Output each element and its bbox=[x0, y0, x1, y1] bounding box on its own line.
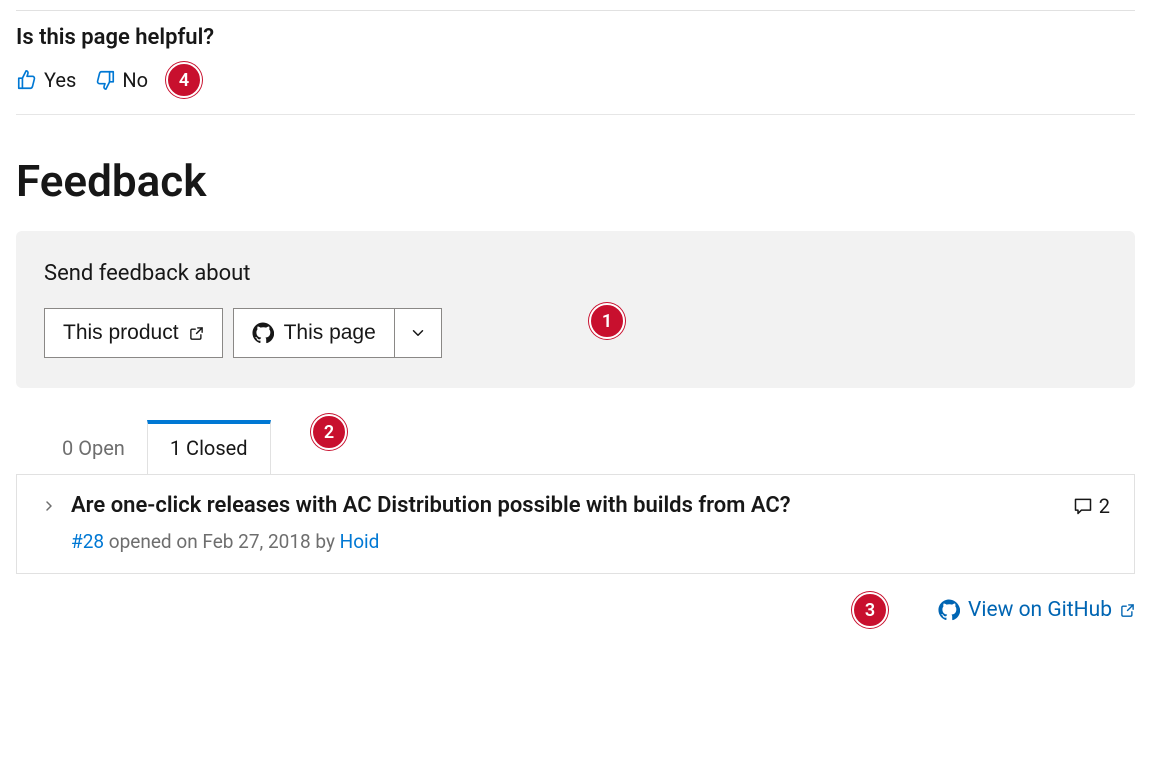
callout-3: 3 bbox=[852, 592, 888, 628]
send-feedback-label: Send feedback about bbox=[44, 261, 1107, 286]
issue-title[interactable]: Are one-click releases with AC Distribut… bbox=[71, 493, 1059, 518]
helpful-no-button[interactable]: No bbox=[94, 68, 148, 92]
helpful-yes-button[interactable]: Yes bbox=[16, 68, 76, 92]
no-label: No bbox=[122, 68, 148, 92]
page-button-label: This page bbox=[284, 321, 376, 345]
yes-label: Yes bbox=[44, 68, 76, 92]
github-icon bbox=[938, 599, 960, 621]
issue-card: Are one-click releases with AC Distribut… bbox=[16, 474, 1135, 574]
issue-author[interactable]: Hoid bbox=[340, 530, 380, 553]
feedback-heading: Feedback bbox=[16, 155, 1135, 207]
thumbs-down-icon bbox=[94, 69, 116, 91]
feedback-card: Send feedback about This product This pa… bbox=[16, 231, 1135, 388]
comment-count: 2 bbox=[1073, 494, 1110, 518]
chevron-right-icon[interactable] bbox=[41, 498, 57, 514]
tab-closed[interactable]: 1 Closed bbox=[147, 420, 271, 474]
issue-opened-text: opened on Feb 27, 2018 by bbox=[104, 530, 340, 553]
comment-icon bbox=[1073, 496, 1093, 516]
thumbs-up-icon bbox=[16, 69, 38, 91]
chevron-down-icon bbox=[409, 324, 427, 342]
external-link-icon bbox=[189, 326, 204, 341]
view-github-label: View on GitHub bbox=[968, 598, 1112, 622]
github-icon bbox=[252, 322, 274, 344]
comment-count-value: 2 bbox=[1099, 494, 1110, 518]
page-helpful-section: Is this page helpful? Yes No 4 bbox=[16, 11, 1135, 114]
product-button-label: This product bbox=[63, 321, 179, 345]
view-on-github-link[interactable]: View on GitHub bbox=[938, 598, 1135, 622]
external-link-icon bbox=[1120, 603, 1135, 618]
callout-4: 4 bbox=[166, 62, 202, 98]
this-product-button[interactable]: This product bbox=[44, 308, 223, 358]
callout-1: 1 bbox=[589, 303, 625, 339]
issue-number[interactable]: #28 bbox=[71, 530, 104, 553]
this-page-button[interactable]: This page bbox=[233, 308, 394, 358]
callout-2: 2 bbox=[311, 414, 347, 450]
this-page-dropdown-button[interactable] bbox=[394, 308, 442, 358]
tab-open[interactable]: 0 Open bbox=[40, 420, 147, 474]
issue-meta: #28 opened on Feb 27, 2018 by Hoid bbox=[71, 530, 1110, 553]
helpful-question: Is this page helpful? bbox=[16, 25, 1135, 50]
